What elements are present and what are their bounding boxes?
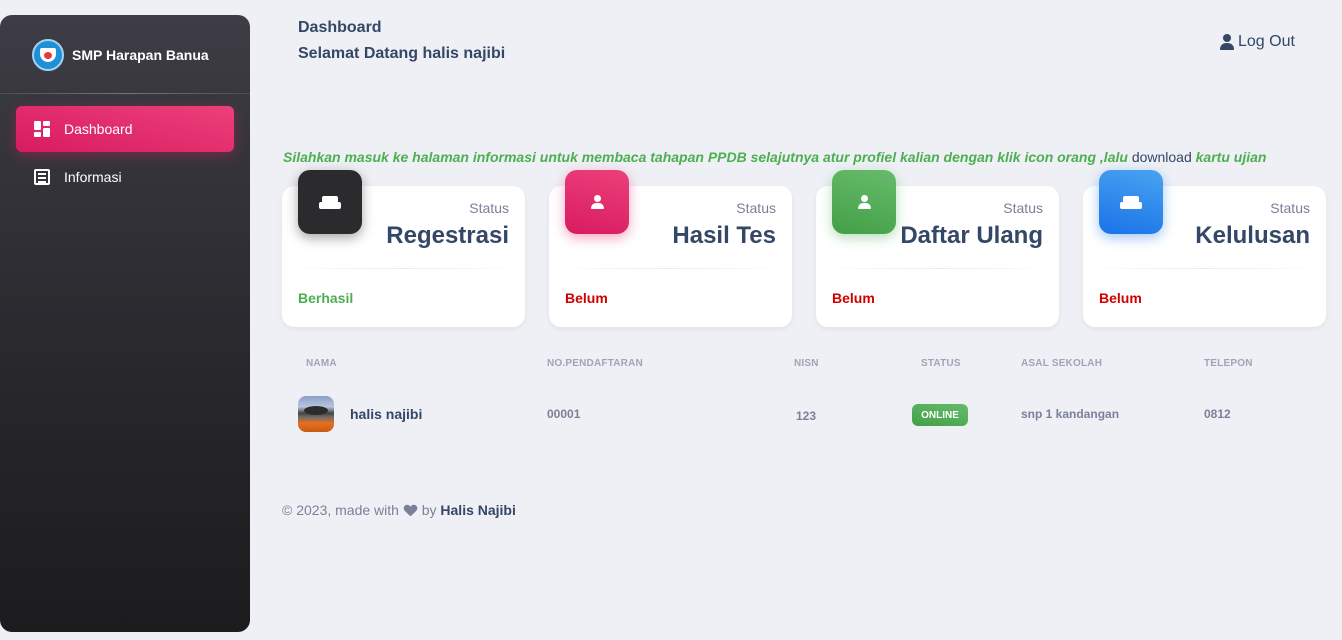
card-status: Belum [1099,290,1142,306]
sidebar-divider [0,93,250,94]
status-card-kelulusan: Status Kelulusan Belum [1083,170,1326,327]
person-icon [857,195,871,209]
footer-prefix: © 2023, made with [282,502,399,518]
card-divider [1083,268,1326,269]
sofa-icon [1120,195,1142,209]
dashboard-icon [34,121,50,137]
school-logo [32,39,64,71]
logout-button[interactable]: Log Out [1220,33,1295,51]
document-icon [34,169,50,185]
student-name: halis najibi [350,406,423,422]
no-pendaftaran-cell: 00001 [547,407,581,421]
page-title: Selamat Datang halis najibi [298,45,506,62]
column-header: NAMA [306,358,337,369]
card-status: Belum [832,290,875,306]
status-card-daftar-ulang: Status Daftar Ulang Belum [816,170,1059,327]
breadcrumb: Dashboard [298,19,382,36]
card-value: Daftar Ulang [900,222,1043,249]
footer-by: by [421,502,437,518]
column-header: STATUS [921,358,961,369]
card-label: Status [469,200,509,216]
card-icon-box [832,170,896,234]
notice-text-before: Silahkan masuk ke halaman informasi untu… [283,149,1132,165]
card-value: Hasil Tes [672,222,776,249]
card-label: Status [1003,200,1043,216]
card-status: Belum [565,290,608,306]
sidebar-item-informasi[interactable]: Informasi [16,154,234,200]
sofa-icon [319,195,341,209]
asal-sekolah-cell: snp 1 kandangan [1021,407,1120,421]
card-divider [816,268,1059,269]
card-divider [549,268,792,269]
card-icon-box [565,170,629,234]
card-divider [282,268,525,269]
info-notice: Silahkan masuk ke halaman informasi untu… [283,149,1266,165]
column-header: ASAL SEKOLAH [1021,358,1103,369]
footer: © 2023, made with by Halis Najibi [282,502,516,518]
notice-text-after: kartu ujian [1191,149,1267,165]
person-icon [590,195,604,209]
brand[interactable]: SMP Harapan Banua [32,39,209,71]
card-status: Berhasil [298,290,354,306]
logout-label: Log Out [1238,33,1295,50]
status-card-regestrasi: Status Regestrasi Berhasil [282,170,525,327]
card-icon-box [1099,170,1163,234]
nisn-cell: 123 [796,409,817,423]
column-header: NO.PENDAFTARAN [547,358,643,369]
status-badge: ONLINE [912,404,968,426]
sidebar-item-label: Dashboard [64,121,133,137]
column-header: TELEPON [1204,358,1253,369]
status-card-hasil-tes: Status Hasil Tes Belum [549,170,792,327]
avatar [298,396,334,432]
brand-name: SMP Harapan Banua [72,47,209,63]
card-label: Status [1270,200,1310,216]
user-icon [1220,34,1234,50]
sidebar-item-dashboard[interactable]: Dashboard [16,106,234,152]
footer-author[interactable]: Halis Najibi [440,502,515,518]
sidebar-item-label: Informasi [64,169,122,185]
telepon-cell: 0812 [1204,407,1231,421]
heart-icon [404,505,417,516]
card-icon-box [298,170,362,234]
card-value: Kelulusan [1195,222,1310,249]
card-value: Regestrasi [386,222,509,249]
download-link[interactable]: download [1132,149,1192,165]
column-header: NISN [794,358,819,369]
card-label: Status [736,200,776,216]
sidebar: SMP Harapan Banua Dashboard Informasi [0,15,250,632]
